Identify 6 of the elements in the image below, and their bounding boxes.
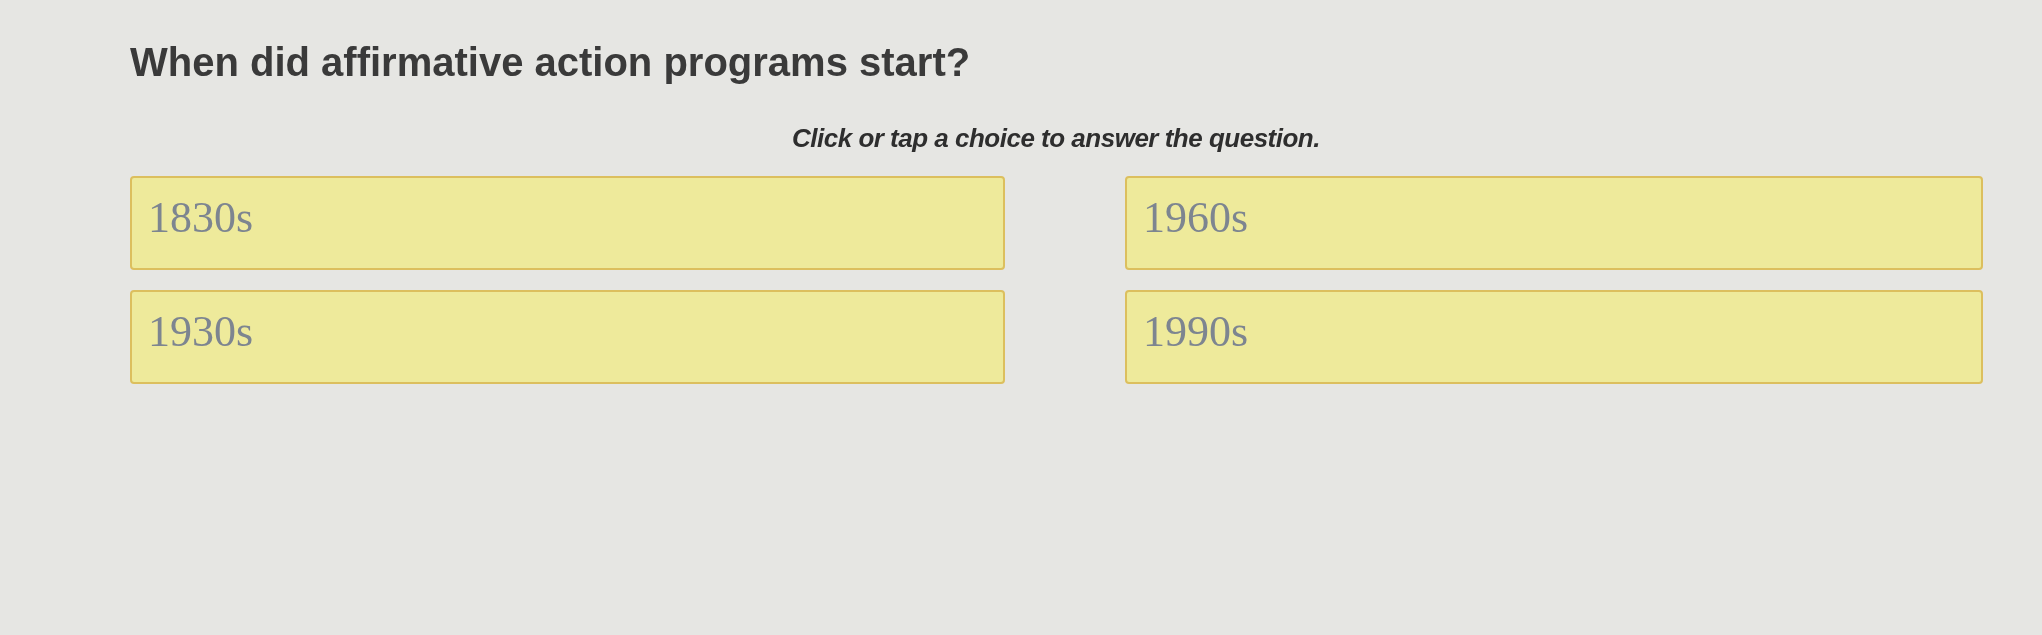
answer-choice-button[interactable]: 1830s [130,176,1005,270]
answer-choice-button[interactable]: 1960s [1125,176,1983,270]
instruction-text: Click or tap a choice to answer the question. [792,123,1320,154]
answer-choice-button[interactable]: 1930s [130,290,1005,384]
answer-choice-button[interactable]: 1990s [1125,290,1983,384]
question-text: When did affirmative action programs start? [130,40,971,85]
